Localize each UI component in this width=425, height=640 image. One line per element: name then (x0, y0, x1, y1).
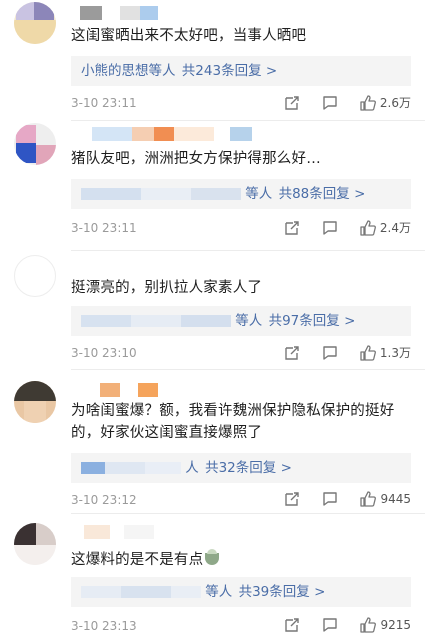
reply-count-link[interactable]: 共39条回复 > (239, 584, 326, 600)
like-count: 9215 (380, 618, 411, 632)
comment-text: 挺漂亮的，别扒拉人家素人了 (71, 280, 263, 296)
thumbs-up-icon (360, 617, 377, 633)
comment-meta: 3-10 23:11 2.4万 (71, 219, 411, 239)
comment-item: 这闺蜜晒出来不太好吧，当事人晒吧 小熊的思想等人 共243条回复 > 3-10 … (0, 0, 425, 120)
like-count: 9445 (380, 492, 411, 506)
avatar-mosaic-tile (36, 523, 56, 545)
divider (71, 369, 425, 370)
comment-text: 这爆料的是不是有点 (71, 549, 411, 571)
avatar-mosaic-tile (34, 2, 54, 20)
reply-names-blurred (81, 315, 231, 327)
username-blurred[interactable] (84, 525, 204, 539)
share-icon[interactable] (284, 95, 300, 111)
timestamp: 3-10 23:10 (71, 346, 137, 360)
reply-count-link[interactable]: 共32条回复 > (205, 460, 292, 476)
avatar[interactable] (14, 2, 56, 44)
reply-summary[interactable]: 等人 共97条回复 > (71, 306, 411, 336)
reply-summary[interactable]: 人 共32条回复 > (71, 453, 411, 483)
username-blurred[interactable] (92, 127, 292, 141)
thumbs-up-icon (360, 344, 376, 361)
comment-item: 为啥闺蜜爆？额，我看许魏洲保护隐私保护的挺好的，好家伙这闺蜜直接爆照了 人 共3… (0, 371, 425, 515)
avatar-mosaic-tile (24, 401, 46, 423)
avatar-mosaic-tile (16, 125, 36, 143)
timestamp: 3-10 23:13 (71, 619, 137, 633)
like-count: 2.6万 (379, 96, 411, 110)
like-button[interactable]: 1.3万 (360, 344, 411, 361)
like-button[interactable]: 2.4万 (360, 219, 411, 236)
comment-icon[interactable] (322, 491, 338, 507)
thumbs-up-icon (360, 219, 376, 236)
reply-summary[interactable]: 等人 共39条回复 > (71, 577, 411, 607)
avatar-mosaic-tile (16, 143, 36, 163)
reply-names: 人 (185, 460, 199, 476)
reply-summary[interactable]: 小熊的思想等人 共243条回复 > (71, 56, 411, 86)
reply-names-blurred (81, 462, 181, 474)
timestamp: 3-10 23:11 (71, 221, 137, 235)
like-count: 2.4万 (379, 221, 411, 235)
divider (71, 513, 425, 514)
avatar-mosaic-tile (14, 523, 36, 545)
avatar[interactable] (14, 523, 56, 565)
comment-meta: 3-10 23:13 9215 (71, 617, 411, 637)
comment-meta: 3-10 23:10 1.3万 (71, 344, 411, 364)
comment-text: 这闺蜜晒出来不太好吧，当事人晒吧 (71, 28, 307, 44)
avatar[interactable] (14, 381, 56, 423)
reply-count-link[interactable]: 共243条回复 > (182, 63, 277, 79)
reply-count-link[interactable]: 共97条回复 > (269, 313, 356, 329)
comment-item: 这爆料的是不是有点 等人 共39条回复 > 3-10 23:13 9215 (0, 515, 425, 640)
share-icon[interactable] (284, 491, 300, 507)
avatar-mosaic-tile (16, 2, 34, 20)
share-icon[interactable] (284, 617, 300, 633)
bowl-emoji-icon (205, 549, 220, 565)
avatar[interactable] (14, 255, 56, 297)
comment-icon[interactable] (322, 345, 338, 361)
comment-text-content: 这爆料的是不是有点 (71, 552, 204, 568)
reply-names: 小熊的思想等人 (81, 63, 176, 79)
like-count: 1.3万 (379, 346, 411, 360)
timestamp: 3-10 23:11 (71, 96, 137, 110)
comment-text: 为啥闺蜜爆？额，我看许魏洲保护隐私保护的挺好的，好家伙这闺蜜直接爆照了 (71, 403, 395, 441)
comment-meta: 3-10 23:12 9445 (71, 491, 411, 511)
comment-icon[interactable] (322, 220, 338, 236)
thumbs-up-icon (360, 491, 377, 507)
avatar[interactable] (14, 123, 56, 165)
comment-icon[interactable] (322, 617, 338, 633)
like-button[interactable]: 9445 (360, 491, 411, 507)
like-button[interactable]: 9215 (360, 617, 411, 633)
username-blurred[interactable] (100, 383, 180, 397)
comment-meta: 3-10 23:11 2.6万 (71, 94, 411, 114)
share-icon[interactable] (284, 220, 300, 236)
comment-item: 挺漂亮的，别扒拉人家素人了 等人 共97条回复 > 3-10 23:10 1.3… (0, 251, 425, 369)
share-icon[interactable] (284, 345, 300, 361)
reply-names-blurred (81, 188, 241, 200)
avatar-mosaic-tile (14, 381, 56, 401)
avatar-mosaic-tile (14, 20, 56, 44)
like-button[interactable]: 2.6万 (360, 94, 411, 111)
reply-names: 等人 (235, 313, 263, 329)
reply-names: 等人 (245, 186, 273, 202)
comment-icon[interactable] (322, 95, 338, 111)
reply-summary[interactable]: 等人 共88条回复 > (71, 179, 411, 209)
comment-item: 猪队友吧，洲洲把女方保护得那么好… 等人 共88条回复 > 3-10 23:11… (0, 121, 425, 249)
comment-text: 猪队友吧，洲洲把女方保护得那么好… (71, 151, 321, 167)
reply-names-blurred (81, 586, 201, 598)
avatar-mosaic-tile (36, 145, 56, 165)
reply-names: 等人 (205, 584, 233, 600)
thumbs-up-icon (360, 94, 376, 111)
reply-count-link[interactable]: 共88条回复 > (279, 186, 366, 202)
username-blurred[interactable] (80, 6, 180, 20)
avatar-mosaic-tile (14, 545, 56, 565)
timestamp: 3-10 23:12 (71, 493, 137, 507)
